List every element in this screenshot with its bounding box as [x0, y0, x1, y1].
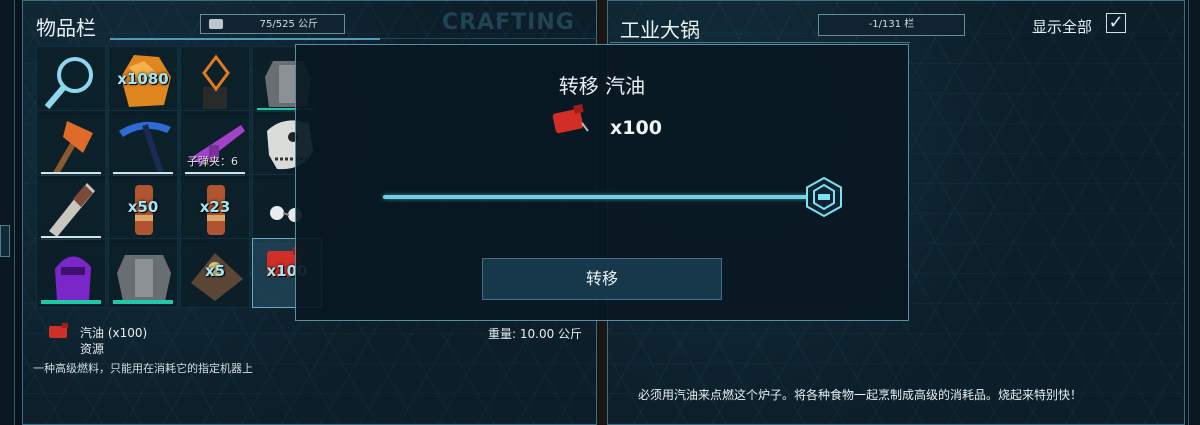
slot-quantity: x50 [127, 198, 159, 216]
durability-bar [113, 300, 173, 304]
armor-icon [117, 255, 171, 301]
item-weight: 重量: 10.00 公斤 [488, 327, 583, 341]
pickaxe-icon [119, 121, 171, 174]
inventory-slot[interactable]: x5 [180, 238, 250, 308]
slot-quantity: x5 [204, 262, 226, 280]
slot-quantity: x23 [199, 198, 231, 216]
show-all-checkbox[interactable]: ✓ [1106, 13, 1126, 33]
gasoline-icon [552, 104, 589, 134]
show-all-label: 显示全部 [1032, 18, 1093, 36]
inventory-slot[interactable]: x1080 [108, 46, 178, 116]
inventory-slot[interactable]: x23 [180, 174, 250, 244]
slider-handle[interactable] [804, 177, 844, 217]
ammo-count: 子弹夹：6 [187, 155, 238, 168]
left-edge-tab[interactable] [0, 225, 10, 257]
inventory-title-rule [110, 38, 380, 40]
inventory-slot[interactable] [108, 110, 178, 180]
inventory-slot[interactable] [36, 238, 106, 308]
gasoline-icon [49, 323, 68, 338]
crafting-rule [380, 38, 597, 39]
inventory-slot[interactable]: x50 [108, 174, 178, 244]
inventory-slot[interactable] [36, 174, 106, 244]
item-description: 一种高级燃料，只能用在消耗它的指定机器上 [33, 362, 253, 375]
helmet-icon [55, 256, 91, 301]
transfer-quantity: x100 [610, 117, 662, 139]
item-name: 汽油 (x100) [80, 326, 148, 340]
amulet-icon [202, 54, 230, 109]
transfer-button[interactable]: 转移 [482, 258, 722, 300]
cooker-title: 工业大锅 [620, 18, 700, 42]
cooker-slots: -1/131 栏 [818, 14, 965, 36]
weight-icon [209, 19, 223, 29]
transfer-title: 转移 汽油 [558, 74, 646, 98]
inventory-slot[interactable] [36, 46, 106, 116]
quantity-slider[interactable] [383, 195, 823, 199]
cooker-title-rule [610, 42, 910, 43]
inventory-slot[interactable] [180, 46, 250, 116]
transfer-dialog: 转移 汽油 x100 转移 [295, 44, 909, 321]
drill-icon [49, 183, 95, 237]
rifle-icon [189, 125, 245, 165]
crafting-tab[interactable]: CRAFTING [442, 10, 575, 35]
inventory-weight-value: 75/525 公斤 [259, 19, 318, 30]
axe-icon [52, 121, 93, 177]
inventory-slot[interactable] [108, 238, 178, 308]
inventory-weight: 75/525 公斤 [200, 14, 345, 34]
inventory-slot[interactable] [36, 110, 106, 180]
cooker-description: 必须用汽油来点燃这个炉子。将各种食物一起烹制成高级的消耗品。烧起来特别快！ [638, 388, 1083, 402]
magnifier-icon [44, 57, 93, 109]
left-edge-frame [0, 0, 15, 425]
item-type: 资源 [80, 342, 105, 356]
slot-quantity: x1080 [117, 70, 169, 88]
right-edge-frame [1188, 0, 1200, 425]
durability-bar [41, 300, 101, 304]
inventory-slot[interactable]: 子弹夹：6 [180, 110, 250, 180]
inventory-title: 物品栏 [36, 16, 96, 40]
